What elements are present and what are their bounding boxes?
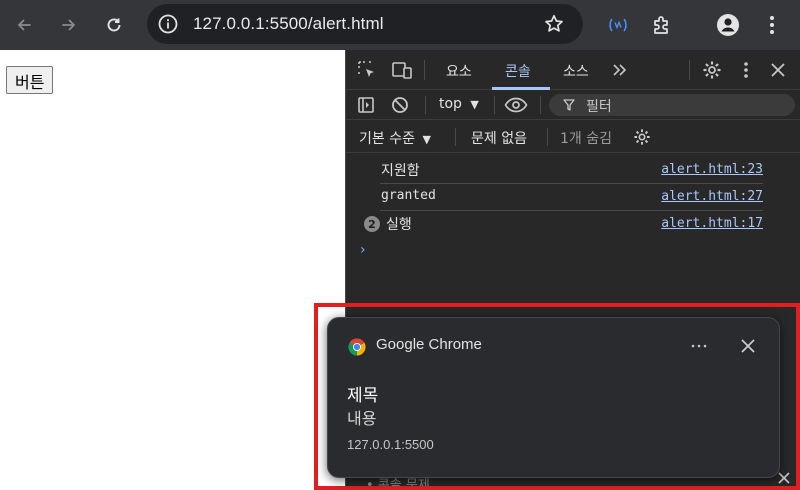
- toolbar-divider: [547, 128, 548, 146]
- live-expression-button[interactable]: [503, 94, 529, 116]
- close-icon: [771, 63, 785, 77]
- extensions-button[interactable]: [648, 11, 676, 39]
- dropdown-arrow-icon: ▼: [422, 133, 431, 146]
- device-toolbar-button[interactable]: [390, 59, 414, 81]
- toolbar-divider: [425, 96, 426, 114]
- tab-sources[interactable]: 소스: [563, 61, 589, 81]
- eye-icon: [504, 97, 528, 113]
- puzzle-icon: [654, 16, 668, 34]
- browser-toolbar: 127.0.0.1:5500/alert.html: [0, 0, 800, 50]
- devtools-settings-button[interactable]: [701, 59, 723, 81]
- devtools-tab-bar: 요소 콘솔 소스: [346, 50, 800, 90]
- profile-button[interactable]: [714, 11, 742, 39]
- forward-button[interactable]: [55, 11, 83, 39]
- devtools-menu-button[interactable]: [738, 60, 754, 80]
- log-level-label: 기본 수준: [359, 131, 415, 147]
- notification-body: 내용: [347, 409, 377, 428]
- reload-icon: [107, 18, 121, 32]
- close-icon[interactable]: [738, 336, 758, 356]
- page-content: 버튼: [0, 50, 345, 490]
- console-toolbar: top ▼ 필터: [346, 90, 800, 120]
- issues-count[interactable]: 문제 없음: [471, 128, 527, 148]
- console-source-link[interactable]: alert.html:27: [661, 189, 763, 204]
- arrow-right-icon: [62, 19, 76, 31]
- system-notification[interactable]: Google Chrome 제목 내용 127.0.0.1:5500: [327, 317, 780, 478]
- filter-input[interactable]: 필터: [549, 94, 795, 116]
- chevron-double-right-icon: [613, 64, 627, 76]
- tab-divider: [689, 60, 690, 80]
- notification-app-name: Google Chrome: [376, 336, 482, 353]
- toolbar-divider: [540, 96, 541, 114]
- console-message-text: granted: [381, 188, 436, 203]
- url-path: :5500/alert.html: [264, 14, 384, 33]
- address-bar[interactable]: 127.0.0.1:5500/alert.html: [147, 4, 583, 44]
- device-toggle-icon: [392, 62, 412, 79]
- sidebar-toggle-icon: [358, 97, 374, 113]
- notification-origin: 127.0.0.1:5500: [347, 437, 434, 452]
- notification-title: 제목: [347, 386, 379, 406]
- gear-icon: [634, 129, 650, 145]
- vertical-dots-icon: [744, 62, 748, 78]
- filter-placeholder: 필터: [586, 99, 612, 115]
- console-message: 지원함 alert.html:23: [346, 157, 800, 184]
- extension-accessibility-button[interactable]: [604, 11, 632, 39]
- tab-console[interactable]: 콘솔: [505, 61, 531, 81]
- more-options-icon[interactable]: [688, 336, 710, 356]
- back-button[interactable]: [10, 11, 38, 39]
- repeat-count-badge: 2: [364, 216, 380, 232]
- more-tabs-button[interactable]: [610, 61, 630, 79]
- block-icon: [392, 97, 408, 113]
- url-text: 127.0.0.1:5500/alert.html: [193, 14, 384, 34]
- console-message: 2 실행 alert.html:17: [346, 211, 800, 238]
- console-source-link[interactable]: alert.html:17: [661, 216, 763, 231]
- console-settings-button[interactable]: [632, 127, 652, 147]
- url-host: 127.0.0.1: [193, 14, 265, 33]
- toolbar-divider: [455, 128, 456, 146]
- gear-icon: [703, 61, 721, 79]
- console-message-text: 지원함: [381, 163, 420, 179]
- arrow-left-icon: [17, 19, 31, 31]
- tab-divider: [424, 60, 425, 80]
- vertical-dots-icon: [770, 16, 774, 34]
- console-sidebar-button[interactable]: [356, 95, 376, 115]
- console-settings-row: 기본 수준 ▼ 문제 없음 1개 숨김: [346, 120, 800, 153]
- site-info-icon[interactable]: [157, 13, 179, 35]
- wireless-extension-icon: [609, 18, 627, 32]
- context-value: top: [439, 96, 462, 112]
- devtools-close-button[interactable]: [768, 60, 788, 80]
- bookmark-star-icon[interactable]: [543, 13, 565, 35]
- reload-button[interactable]: [100, 11, 128, 39]
- clear-console-button[interactable]: [390, 95, 410, 115]
- avatar-icon: [717, 14, 739, 36]
- console-message-text: 실행: [386, 217, 412, 233]
- inspect-element-button[interactable]: [356, 59, 378, 81]
- console-prompt[interactable]: ›: [360, 242, 366, 258]
- page-button[interactable]: 버튼: [6, 66, 54, 94]
- log-level-dropdown[interactable]: 기본 수준 ▼: [359, 128, 431, 148]
- hidden-messages-count: 1개 숨김: [560, 131, 612, 147]
- dropdown-arrow-icon: ▼: [470, 98, 479, 111]
- console-source-link[interactable]: alert.html:23: [661, 162, 763, 177]
- chrome-menu-button[interactable]: [758, 11, 786, 39]
- chrome-logo-icon: [348, 338, 366, 356]
- toolbar-divider: [494, 96, 495, 114]
- inspect-cursor-icon: [358, 61, 374, 77]
- console-message: granted alert.html:27: [346, 184, 800, 211]
- filter-icon: [563, 99, 575, 111]
- context-selector[interactable]: top ▼: [439, 96, 479, 112]
- tab-elements[interactable]: 요소: [446, 61, 472, 81]
